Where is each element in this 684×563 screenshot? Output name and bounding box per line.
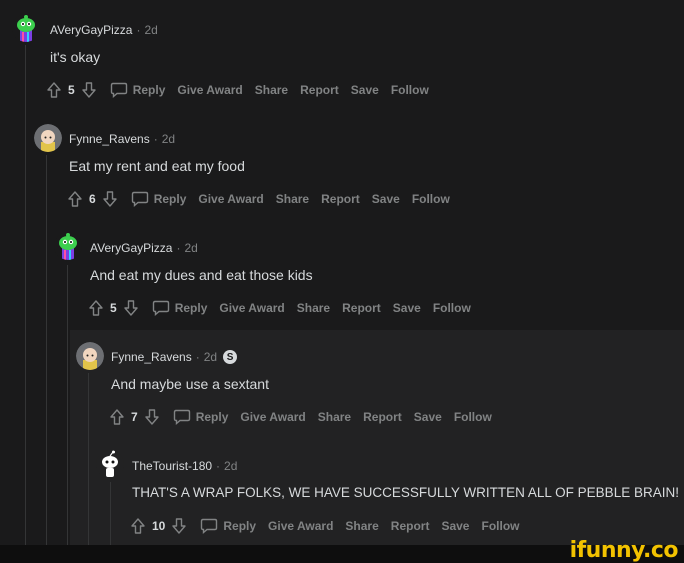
thread-line [88, 373, 89, 545]
upvote-icon[interactable] [86, 298, 106, 318]
timestamp[interactable]: 2d [144, 23, 157, 37]
comment-bubble-icon [172, 407, 192, 427]
downvote-icon[interactable] [100, 189, 120, 209]
comment-actions: 5 Reply Give Award Share Report Save Fol… [44, 78, 429, 102]
downvote-icon[interactable] [79, 80, 99, 100]
reply-label: Reply [195, 410, 229, 424]
comment-text: And maybe use a sextant [111, 376, 269, 392]
avatar[interactable] [76, 342, 104, 370]
username[interactable]: Fynne_Ravens [69, 132, 150, 146]
separator: · [153, 132, 158, 146]
timestamp[interactable]: 2d [204, 350, 217, 364]
comment-bubble-icon [130, 189, 150, 209]
separator: · [136, 23, 141, 37]
avatar[interactable] [34, 124, 62, 152]
ifunny-watermark: ifunny.co [569, 538, 679, 563]
follow-button[interactable]: Follow [391, 83, 429, 97]
save-button[interactable]: Save [351, 83, 379, 97]
follow-button[interactable]: Follow [412, 192, 450, 206]
save-button[interactable]: Save [393, 301, 421, 315]
save-button[interactable]: Save [372, 192, 400, 206]
vote-score: 6 [89, 192, 96, 206]
reply-button[interactable]: Reply [109, 80, 166, 100]
reply-label: Reply [174, 301, 208, 315]
snoo-avatar-icon [96, 450, 124, 478]
thread-line [67, 265, 68, 545]
upvote-icon[interactable] [128, 516, 148, 536]
snoo-avatar-icon [34, 124, 62, 152]
avatar[interactable] [12, 14, 40, 42]
downvote-icon[interactable] [121, 298, 141, 318]
comment-actions: 10 Reply Give Award Share Report Save Fo… [128, 514, 519, 538]
share-button[interactable]: Share [276, 192, 309, 206]
separator: · [195, 350, 200, 364]
downvote-icon[interactable] [169, 516, 189, 536]
report-button[interactable]: Report [363, 410, 402, 424]
username[interactable]: AVeryGayPizza [50, 23, 132, 37]
give-award-button[interactable]: Give Award [198, 192, 263, 206]
upvote-icon[interactable] [65, 189, 85, 209]
share-button[interactable]: Share [345, 519, 378, 533]
follow-button[interactable]: Follow [481, 519, 519, 533]
comment-text: Eat my rent and eat my food [69, 158, 245, 174]
comment-bubble-icon [151, 298, 171, 318]
comment-thread: AVeryGayPizza · 2d it's okay 5 Reply Giv… [0, 0, 684, 545]
comment-bubble-icon [199, 516, 219, 536]
reply-button[interactable]: Reply [130, 189, 187, 209]
timestamp[interactable]: 2d [224, 459, 237, 473]
avatar[interactable] [96, 450, 124, 478]
username[interactable]: TheTourist-180 [132, 459, 212, 473]
timestamp[interactable]: 2d [162, 132, 175, 146]
save-button[interactable]: Save [441, 519, 469, 533]
follow-button[interactable]: Follow [454, 410, 492, 424]
comment-bubble-icon [109, 80, 129, 100]
downvote-icon[interactable] [142, 407, 162, 427]
comment-text: THAT'S A WRAP FOLKS, WE HAVE SUCCESSFULL… [132, 485, 679, 500]
thread-line [110, 482, 111, 545]
username[interactable]: AVeryGayPizza [90, 241, 172, 255]
reply-label: Reply [132, 83, 166, 97]
username[interactable]: Fynne_Ravens [111, 350, 192, 364]
snoo-avatar-icon [12, 14, 40, 42]
vote-score: 7 [131, 410, 138, 424]
reply-label: Reply [223, 519, 257, 533]
snoo-avatar-icon [54, 232, 82, 260]
vote-score: 10 [152, 519, 166, 533]
give-award-button[interactable]: Give Award [240, 410, 305, 424]
give-award-button[interactable]: Give Award [219, 301, 284, 315]
save-button[interactable]: Save [414, 410, 442, 424]
give-award-button[interactable]: Give Award [268, 519, 333, 533]
report-button[interactable]: Report [321, 192, 360, 206]
upvote-icon[interactable] [107, 407, 127, 427]
share-button[interactable]: Share [255, 83, 288, 97]
upvote-icon[interactable] [44, 80, 64, 100]
separator: · [176, 241, 181, 255]
timestamp[interactable]: 2d [184, 241, 197, 255]
avatar[interactable] [54, 232, 82, 260]
follow-button[interactable]: Follow [433, 301, 471, 315]
separator: · [216, 459, 221, 473]
snoo-avatar-icon [76, 342, 104, 370]
reply-button[interactable]: Reply [151, 298, 208, 318]
vote-score: 5 [68, 83, 75, 97]
report-button[interactable]: Report [391, 519, 430, 533]
comment-actions: 6 Reply Give Award Share Report Save Fol… [65, 187, 450, 211]
reply-button[interactable]: Reply [199, 516, 256, 536]
vote-score: 5 [110, 301, 117, 315]
share-button[interactable]: Share [297, 301, 330, 315]
report-button[interactable]: Report [300, 83, 339, 97]
give-award-button[interactable]: Give Award [177, 83, 242, 97]
report-button[interactable]: Report [342, 301, 381, 315]
comment-text: it's okay [50, 49, 101, 65]
thread-line [25, 45, 26, 545]
comment-actions: 5 Reply Give Award Share Report Save Fol… [86, 296, 471, 320]
reply-label: Reply [153, 192, 187, 206]
share-button[interactable]: Share [318, 410, 351, 424]
comment-text: And eat my dues and eat those kids [90, 267, 313, 283]
shield-badge-icon: S [223, 350, 238, 364]
reply-button[interactable]: Reply [172, 407, 229, 427]
comment-actions: 7 Reply Give Award Share Report Save Fol… [107, 405, 492, 429]
thread-line [46, 155, 47, 545]
